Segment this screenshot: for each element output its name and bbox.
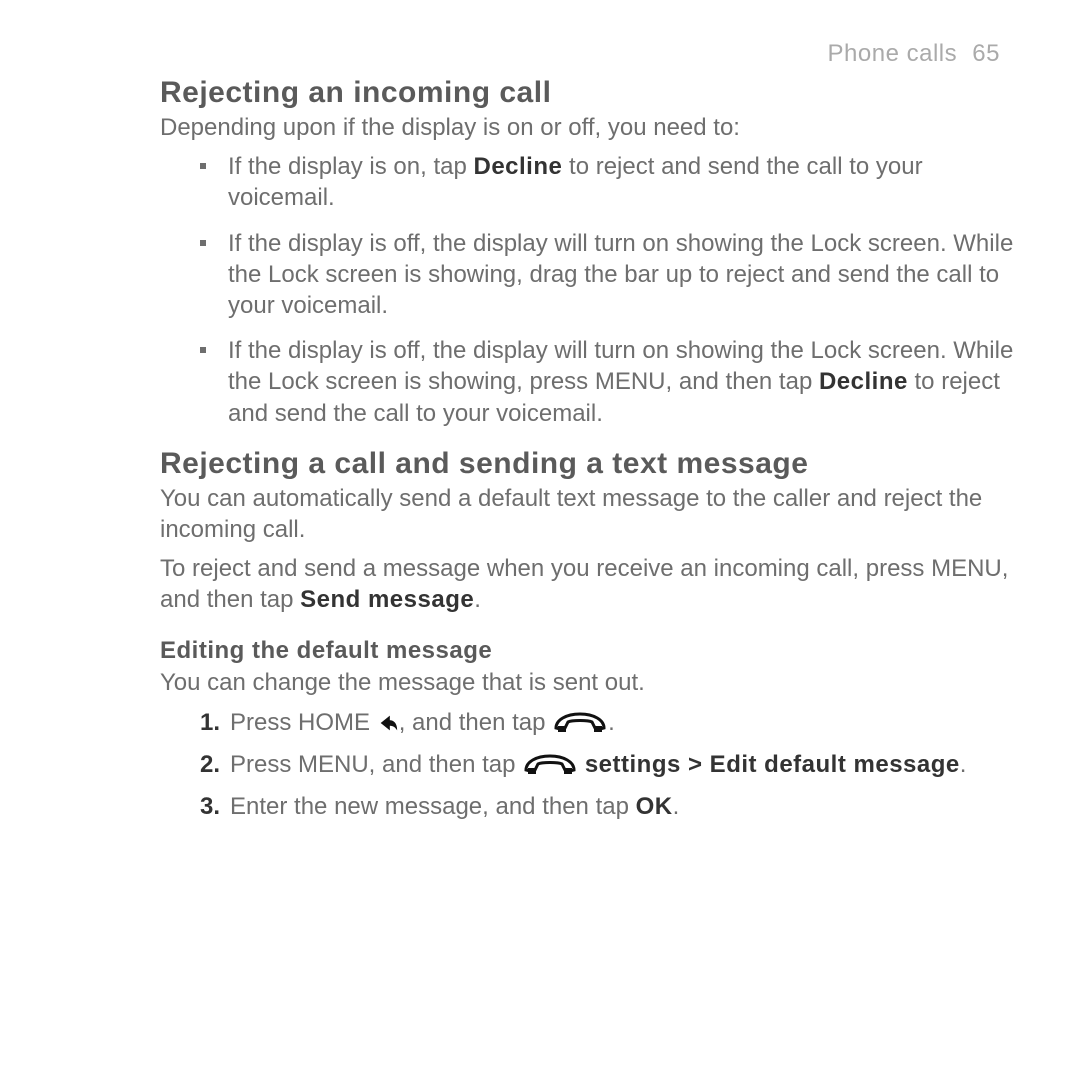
bullet-text-pre: If the display is off, the display will …: [228, 230, 1013, 319]
step3-pre: Enter the new message, and then tap: [230, 793, 636, 820]
page-header: Phone calls 65: [160, 40, 1020, 68]
bullet-item: If the display is off, the display will …: [200, 228, 1020, 322]
bullet-item: If the display is on, tap Decline to rej…: [200, 151, 1020, 213]
step1-post: .: [608, 709, 615, 736]
step3-post: .: [673, 793, 680, 820]
section1-intro: Depending upon if the display is on or o…: [160, 112, 1020, 143]
section-title-reject-and-text: Rejecting a call and sending a text mess…: [160, 447, 1020, 481]
p2-post: .: [474, 586, 481, 613]
step3-strong: OK: [636, 793, 673, 820]
page-number: 65: [972, 40, 1000, 67]
bullet-text-pre: If the display is on, tap: [228, 153, 473, 180]
step-item: Press HOME , and then tap .: [200, 707, 1020, 739]
step2-strong: settings > Edit default message: [585, 751, 960, 778]
bullet-text-strong: Decline: [819, 368, 908, 395]
step2-post: .: [960, 751, 967, 778]
p2-pre: To reject and send a message when you re…: [160, 555, 1008, 613]
subsection-intro: You can change the message that is sent …: [160, 667, 1020, 698]
section2-p1: You can automatically send a default tex…: [160, 483, 1020, 545]
p2-strong: Send message: [300, 586, 474, 613]
step1-mid: , and then tap: [399, 709, 552, 736]
back-arrow-icon: [377, 712, 399, 734]
section2-p2: To reject and send a message when you re…: [160, 553, 1020, 615]
subsection-title-editing-default: Editing the default message: [160, 637, 1020, 665]
step1-pre: Press HOME: [230, 709, 377, 736]
section-title-rejecting-call: Rejecting an incoming call: [160, 76, 1020, 110]
chapter-title: Phone calls: [828, 40, 958, 67]
phone-icon: [522, 750, 578, 776]
steps-list: Press HOME , and then tap . Press MENU, …: [160, 707, 1020, 824]
section1-bullets: If the display is on, tap Decline to rej…: [160, 151, 1020, 429]
bullet-item: If the display is off, the display will …: [200, 335, 1020, 429]
step-item: Press MENU, and then tap settings > Edit…: [200, 749, 1020, 781]
phone-icon: [552, 708, 608, 734]
step-item: Enter the new message, and then tap OK.: [200, 791, 1020, 823]
step2-pre: Press MENU, and then tap: [230, 751, 522, 778]
bullet-text-strong: Decline: [473, 153, 562, 180]
document-page: Phone calls 65 Rejecting an incoming cal…: [0, 0, 1080, 1080]
